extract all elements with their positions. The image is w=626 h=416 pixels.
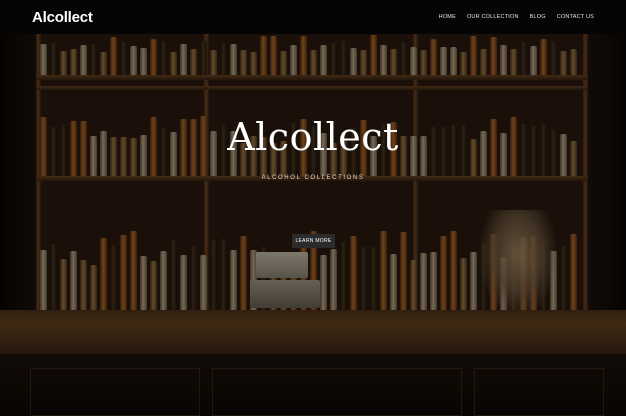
- nav-item-home[interactable]: HOME: [439, 14, 456, 20]
- hero-section: [0, 34, 626, 416]
- top-nav-bar: Alcollect HOME OUR COLLECTION BLOG CONTA…: [0, 0, 626, 34]
- nav-item-blog[interactable]: BLOG: [530, 14, 546, 20]
- nav-item-contact-us[interactable]: CONTACT US: [557, 14, 594, 20]
- brand-logo[interactable]: Alcollect: [32, 9, 93, 26]
- hero-subtitle: ALCOHOL COLLECTIONS: [261, 175, 365, 181]
- main-nav: HOME OUR COLLECTION BLOG CONTACT US: [439, 14, 594, 20]
- hero-dark-overlay: [0, 34, 626, 416]
- nav-item-our-collection[interactable]: OUR COLLECTION: [467, 14, 519, 20]
- learn-more-button[interactable]: LEARN MORE: [292, 234, 335, 248]
- hero-title: Alcollect: [227, 115, 399, 159]
